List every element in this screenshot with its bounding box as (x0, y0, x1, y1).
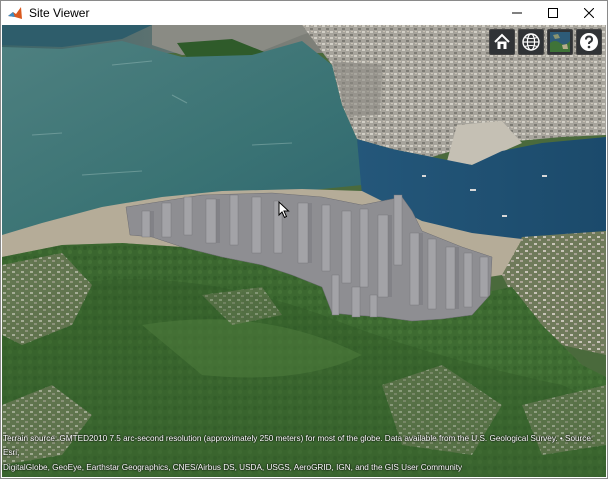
basemap-picker-button[interactable] (547, 29, 573, 55)
attribution-line-2: DigitalGlobe, GeoEye, Earthstar Geograph… (3, 462, 463, 472)
satellite-terrain-scene (2, 25, 606, 477)
basemap-icon (550, 32, 570, 52)
maximize-icon (548, 7, 558, 18)
minimize-icon (512, 12, 522, 13)
close-button[interactable] (571, 1, 607, 24)
window-title: Site Viewer (29, 5, 90, 20)
help-button[interactable] (576, 29, 602, 55)
help-icon (580, 33, 598, 51)
globe-icon (522, 33, 540, 51)
data-attribution: Terrain source: GMTED2010 7.5 arc-second… (2, 431, 606, 478)
scene-mode-button[interactable] (518, 29, 544, 55)
attribution-line-1: Terrain source: GMTED2010 7.5 arc-second… (3, 433, 594, 458)
maximize-button[interactable] (535, 1, 571, 24)
home-icon (494, 33, 510, 49)
close-icon (584, 7, 594, 18)
3d-map-viewport[interactable]: Terrain source: GMTED2010 7.5 arc-second… (2, 25, 606, 477)
minimize-button[interactable] (499, 1, 535, 24)
mouse-pointer-icon (278, 201, 290, 219)
title-bar[interactable]: Site Viewer (1, 1, 607, 24)
home-button[interactable] (489, 29, 515, 55)
matlab-app-icon (7, 5, 23, 21)
viewer-toolbar (489, 29, 602, 55)
site-viewer-window: Site Viewer Terrain source: GMTED2010 7.… (0, 0, 608, 479)
